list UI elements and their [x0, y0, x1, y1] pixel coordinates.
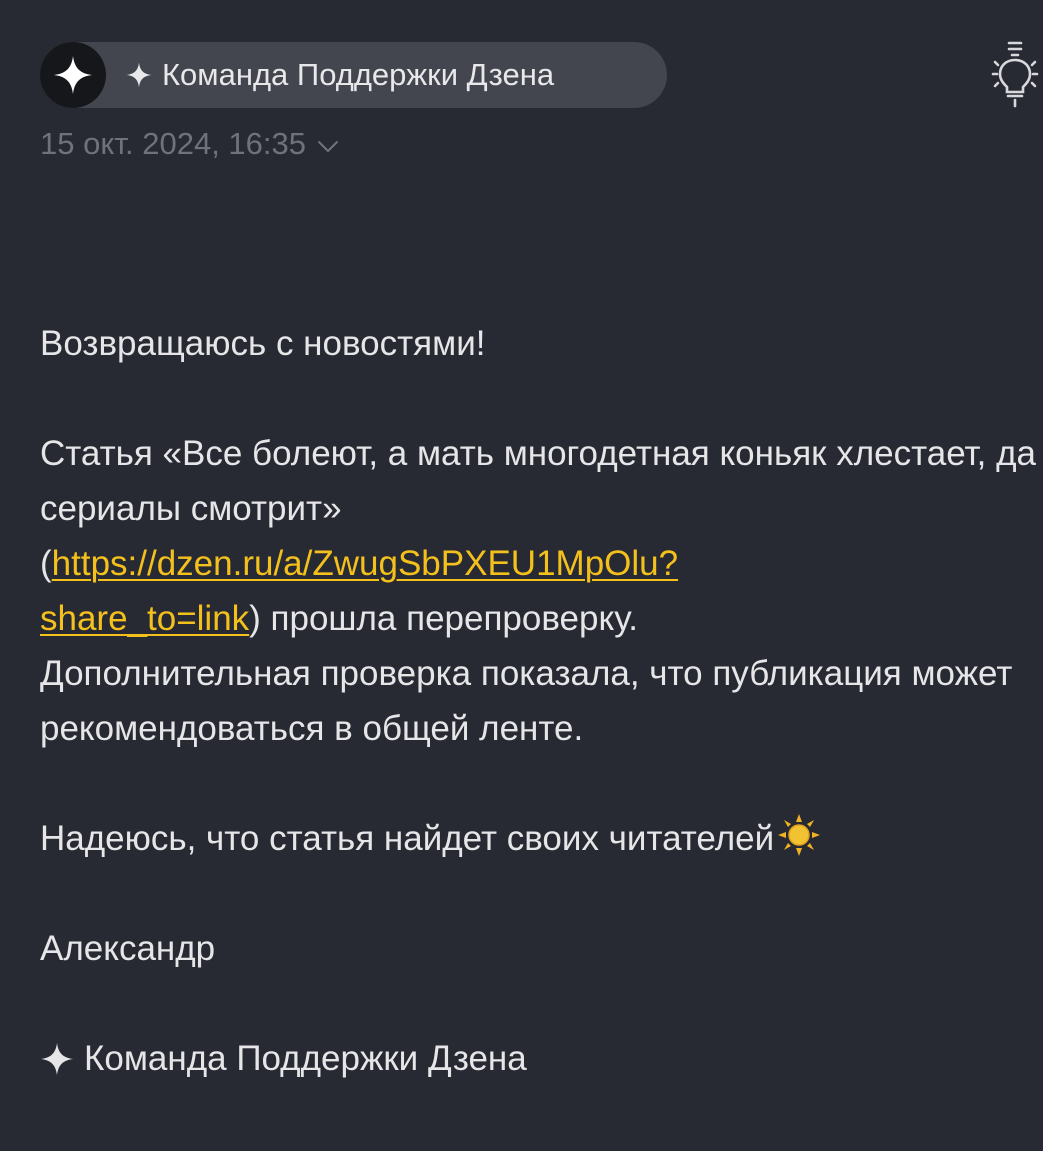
date-text: 15 окт. 2024, 16:35	[40, 126, 306, 161]
wish-paragraph: Надеюсь, что статья найдет своих читател…	[40, 811, 1040, 866]
sender-name-container: Команда Поддержки Дзена	[126, 57, 554, 93]
signature-team: Команда Поддержки Дзена	[40, 1031, 1040, 1086]
sparkle-icon	[40, 1042, 74, 1075]
result-text: Дополнительная проверка показала, что пу…	[40, 654, 1013, 748]
message-date[interactable]: 15 окт. 2024, 16:35	[40, 126, 340, 162]
greeting-text: Возвращаюсь с новостями!	[40, 324, 486, 363]
lightbulb-icon[interactable]	[989, 40, 1041, 110]
sender-name: Команда Поддержки Дзена	[162, 57, 555, 92]
avatar[interactable]	[40, 42, 106, 108]
article-paragraph: Статья «Все болеют, а мать многодетная к…	[40, 426, 1040, 646]
article-link-part1: https://dzen.ru/a/ZwugSbPXEU1MpOlu?	[51, 544, 679, 583]
email-view: Команда Поддержки Дзена 15 окт. 2024, 16…	[0, 0, 1043, 1151]
chevron-down-icon	[318, 141, 338, 152]
sparkle-icon	[54, 56, 92, 94]
message-body: Возвращаюсь с новостями! Статья «Все бол…	[40, 316, 1040, 1086]
article-status-text: ) прошла перепроверку.	[249, 599, 638, 638]
article-link-part2: share_to=link	[40, 599, 250, 638]
signature-team-text: Команда Поддержки Дзена	[84, 1039, 527, 1078]
sender-chip[interactable]: Команда Поддержки Дзена	[40, 42, 667, 108]
link-open-paren: (	[40, 544, 52, 583]
article-intro: Статья «Все болеют, а мать многодетная к…	[40, 434, 1036, 528]
sparkle-icon	[126, 62, 152, 88]
wish-text: Надеюсь, что статья найдет своих читател…	[40, 819, 775, 858]
signature-name: Александр	[40, 929, 216, 968]
sun-icon	[778, 814, 821, 856]
